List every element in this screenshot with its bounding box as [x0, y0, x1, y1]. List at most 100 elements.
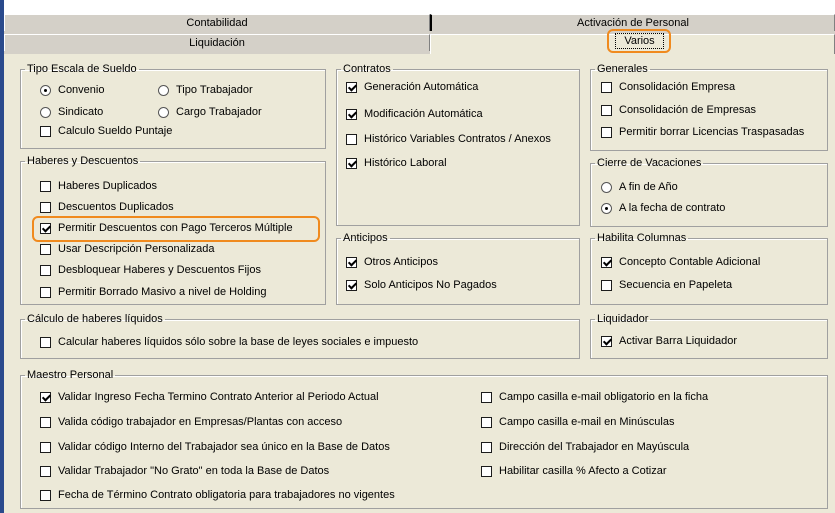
checkbox-solo-anticipos-no-pagados[interactable]: Solo Anticipos No Pagados — [346, 277, 497, 293]
radio-off-icon — [158, 106, 169, 118]
checkbox-generacion-automatica[interactable]: Generación Automática — [346, 79, 478, 95]
group-title: Haberes y Descuentos — [27, 155, 139, 167]
checkbox-on-icon — [346, 279, 357, 291]
checkbox-validar-no-grato[interactable]: Validar Trabajador "No Grato" en toda la… — [40, 463, 329, 479]
checkbox-label: Activar Barra Liquidador — [619, 335, 738, 347]
group-title: Generales — [597, 63, 648, 75]
checkbox-label: Otros Anticipos — [364, 256, 438, 268]
checkbox-on-icon — [346, 81, 357, 93]
checkbox-off-icon — [40, 489, 51, 501]
checkbox-permitir-borrar-licencias[interactable]: Permitir borrar Licencias Traspasadas — [601, 124, 804, 140]
checkbox-activar-barra-liquidador[interactable]: Activar Barra Liquidador — [601, 333, 737, 349]
checkbox-off-icon — [601, 81, 612, 93]
radio-label: Sindicato — [58, 106, 104, 118]
checkbox-habilitar-afecto-cotizar[interactable]: Habilitar casilla % Afecto a Cotizar — [481, 463, 667, 479]
checkbox-historico-variables[interactable]: Histórico Variables Contratos / Anexos — [346, 131, 551, 147]
radio-convenio[interactable]: Convenio — [40, 82, 104, 98]
checkbox-on-icon — [346, 256, 357, 268]
checkbox-calcular-haberes-liquidos[interactable]: Calcular haberes líquidos sólo sobre la … — [40, 334, 418, 350]
radio-off-icon — [601, 181, 612, 193]
radio-label: A la fecha de contrato — [619, 202, 726, 214]
radio-on-icon — [40, 84, 51, 96]
checkbox-off-icon — [40, 416, 51, 428]
checkbox-on-icon — [346, 157, 357, 169]
checkbox-label: Habilitar casilla % Afecto a Cotizar — [499, 465, 667, 477]
checkbox-permitir-borrado-masivo[interactable]: Permitir Borrado Masivo a nivel de Holdi… — [40, 284, 266, 300]
radio-on-icon — [601, 202, 612, 214]
checkbox-calculo-sueldo-puntaje[interactable]: Calculo Sueldo Puntaje — [40, 123, 172, 139]
checkbox-label: Histórico Laboral — [364, 157, 447, 169]
group-title: Anticipos — [343, 232, 388, 244]
tab-label: Liquidación — [189, 37, 245, 49]
checkbox-label: Valida código trabajador en Empresas/Pla… — [58, 416, 343, 428]
checkbox-fecha-termino-obligatoria[interactable]: Fecha de Término Contrato obligatoria pa… — [40, 487, 395, 503]
checkbox-label: Solo Anticipos No Pagados — [364, 279, 497, 291]
checkbox-historico-laboral[interactable]: Histórico Laboral — [346, 155, 447, 171]
group-title: Cálculo de haberes líquidos — [27, 313, 163, 325]
checkbox-label: Haberes Duplicados — [58, 180, 158, 192]
checkbox-off-icon — [601, 126, 612, 138]
radio-label: A fin de Año — [619, 181, 678, 193]
checkbox-label: Concepto Contable Adicional — [619, 256, 761, 268]
group-title: Contratos — [343, 63, 391, 75]
checkbox-consolidacion-empresa[interactable]: Consolidación Empresa — [601, 79, 735, 95]
tab-strip: Contabilidad Activación de Personal Liqu… — [4, 14, 835, 54]
group-title: Cierre de Vacaciones — [597, 157, 702, 169]
checkbox-otros-anticipos[interactable]: Otros Anticipos — [346, 254, 438, 270]
group-title: Habilita Columnas — [597, 232, 687, 244]
checkbox-off-icon — [40, 465, 51, 477]
checkbox-on-icon — [346, 108, 357, 120]
checkbox-valida-codigo-empresas[interactable]: Valida código trabajador en Empresas/Pla… — [40, 414, 342, 430]
checkbox-email-minusculas[interactable]: Campo casilla e-mail en Minúsculas — [481, 414, 674, 430]
radio-tipo-trabajador[interactable]: Tipo Trabajador — [158, 82, 253, 98]
checkbox-off-icon — [481, 441, 492, 453]
group-title: Tipo Escala de Sueldo — [27, 63, 137, 75]
checkbox-concepto-contable[interactable]: Concepto Contable Adicional — [601, 254, 760, 270]
varios-highlight — [607, 29, 671, 53]
checkbox-email-obligatorio[interactable]: Campo casilla e-mail obligatorio en la f… — [481, 389, 708, 405]
checkbox-on-icon — [601, 256, 612, 268]
checkbox-off-icon — [40, 180, 51, 192]
checkbox-label: Permitir Borrado Masivo a nivel de Holdi… — [58, 286, 267, 298]
checkbox-label: Usar Descripción Personalizada — [58, 243, 215, 255]
checkbox-on-icon — [40, 391, 51, 403]
checkbox-desbloquear-haberes[interactable]: Desbloquear Haberes y Descuentos Fijos — [40, 262, 261, 278]
checkbox-label: Validar Trabajador "No Grato" en toda la… — [58, 465, 330, 477]
checkbox-off-icon — [481, 465, 492, 477]
checkbox-secuencia-papeleta[interactable]: Secuencia en Papeleta — [601, 277, 732, 293]
checkbox-label: Campo casilla e-mail en Minúsculas — [499, 416, 675, 428]
radio-label: Convenio — [58, 84, 105, 96]
checkbox-label: Campo casilla e-mail obligatorio en la f… — [499, 391, 709, 403]
checkbox-label: Generación Automática — [364, 81, 479, 93]
checkbox-validar-fecha-termino[interactable]: Validar Ingreso Fecha Termino Contrato A… — [40, 389, 379, 405]
checkbox-validar-codigo-interno[interactable]: Validar código Interno del Trabajador se… — [40, 439, 390, 455]
checkbox-off-icon — [481, 391, 492, 403]
checkbox-off-icon — [40, 441, 51, 453]
permitir-descuentos-highlight — [32, 216, 320, 242]
radio-sindicato[interactable]: Sindicato — [40, 104, 103, 120]
group-title: Maestro Personal — [27, 369, 114, 381]
checkbox-off-icon — [601, 104, 612, 116]
radio-label: Cargo Trabajador — [176, 106, 262, 118]
checkbox-label: Dirección del Trabajador en Mayúscula — [499, 441, 690, 453]
radio-fecha-de-contrato[interactable]: A la fecha de contrato — [601, 200, 725, 216]
checkbox-label: Permitir borrar Licencias Traspasadas — [619, 126, 805, 138]
checkbox-off-icon — [40, 125, 51, 137]
checkbox-off-icon — [601, 279, 612, 291]
checkbox-label: Descuentos Duplicados — [58, 201, 174, 213]
checkbox-consolidacion-empresas[interactable]: Consolidación de Empresas — [601, 102, 756, 118]
checkbox-usar-descripcion[interactable]: Usar Descripción Personalizada — [40, 241, 215, 257]
checkbox-descuentos-duplicados[interactable]: Descuentos Duplicados — [40, 199, 174, 215]
tab-label: Contabilidad — [186, 17, 248, 29]
checkbox-off-icon — [346, 133, 357, 145]
checkbox-modificacion-automatica[interactable]: Modificación Automática — [346, 106, 483, 122]
checkbox-on-icon — [601, 335, 612, 347]
settings-window: Contabilidad Activación de Personal Liqu… — [0, 0, 835, 513]
checkbox-label: Validar Ingreso Fecha Termino Contrato A… — [58, 391, 379, 403]
checkbox-haberes-duplicados[interactable]: Haberes Duplicados — [40, 178, 157, 194]
checkbox-direccion-mayuscula[interactable]: Dirección del Trabajador en Mayúscula — [481, 439, 689, 455]
radio-cargo-trabajador[interactable]: Cargo Trabajador — [158, 104, 262, 120]
tab-contabilidad[interactable]: Contabilidad — [4, 14, 430, 31]
tab-liquidacion[interactable]: Liquidación — [4, 34, 430, 51]
radio-fin-de-ano[interactable]: A fin de Año — [601, 179, 678, 195]
